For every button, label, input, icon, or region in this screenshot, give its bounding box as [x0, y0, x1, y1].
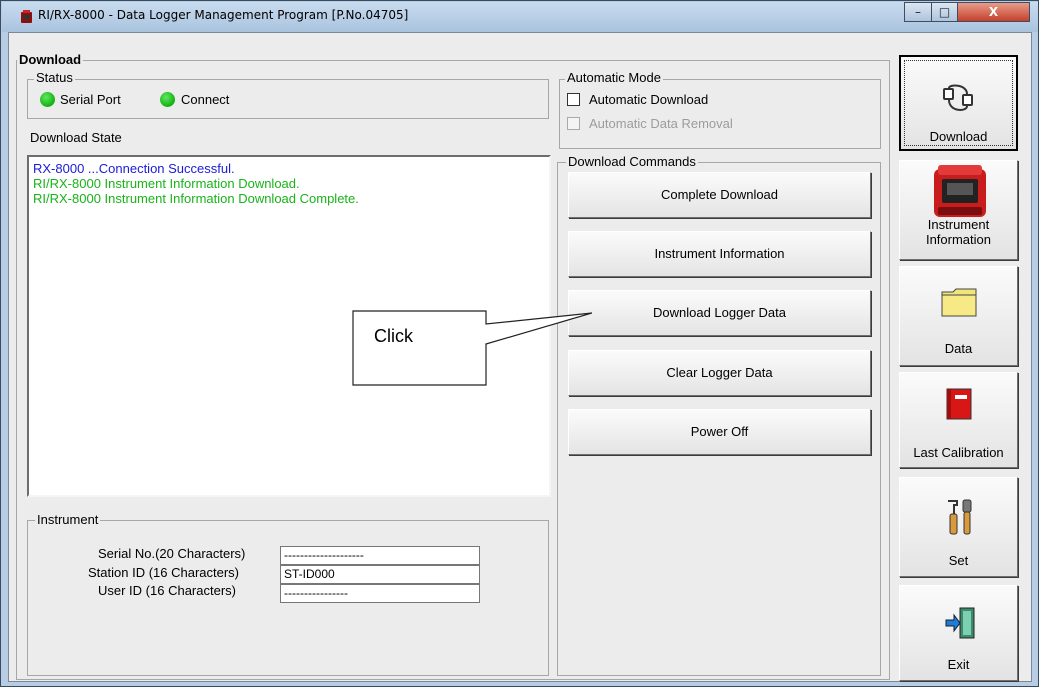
close-button[interactable]: X: [957, 2, 1030, 22]
folder-icon: [941, 287, 977, 322]
tools-icon: [945, 498, 975, 541]
download-connector-icon: [940, 82, 980, 121]
sidebar-set-button[interactable]: Set: [899, 477, 1018, 577]
log-line: RI/RX-8000 Instrument Information Downlo…: [33, 191, 359, 206]
connect-led-icon: [160, 92, 175, 107]
automatic-download-checkbox[interactable]: [567, 93, 580, 106]
sidebar-set-label: Set: [948, 553, 969, 568]
sidebar-instrument-information-label: Instrument Information: [900, 217, 1017, 247]
automatic-mode-groupbox: [559, 79, 881, 149]
sidebar-last-calibration-label: Last Calibration: [913, 445, 1004, 460]
app-icon: [20, 9, 33, 24]
log-line: RI/RX-8000 Instrument Information Downlo…: [33, 176, 300, 191]
power-off-button[interactable]: Power Off: [568, 409, 871, 455]
user-id-field[interactable]: ----------------: [280, 584, 480, 603]
window-caption-buttons: – □ X: [904, 2, 1030, 22]
sidebar-instrument-label-line2: Information: [925, 232, 992, 247]
minimize-button[interactable]: –: [904, 2, 932, 22]
callout-text: Click: [374, 326, 413, 346]
click-callout: [352, 310, 593, 390]
sidebar-instrument-information-button[interactable]: Instrument Information: [899, 160, 1018, 260]
serial-no-label: Serial No.(20 Characters): [98, 546, 246, 561]
log-line: RX-8000 ...Connection Successful.: [33, 161, 235, 176]
sidebar-instrument-label-line1: Instrument: [927, 217, 990, 232]
serial-no-field[interactable]: --------------------: [280, 546, 480, 565]
clear-logger-data-button[interactable]: Clear Logger Data: [568, 350, 871, 396]
station-id-field[interactable]: ST-ID000: [280, 565, 480, 584]
serial-port-label: Serial Port: [60, 92, 121, 107]
window-title: RI/RX-8000 - Data Logger Management Prog…: [38, 8, 409, 22]
station-id-label: Station ID (16 Characters): [88, 565, 240, 580]
exit-door-icon: [944, 606, 978, 645]
instrument-label: Instrument: [35, 512, 101, 527]
download-logger-data-button[interactable]: Download Logger Data: [568, 290, 871, 336]
automatic-data-removal-label[interactable]: Automatic Data Removal: [589, 116, 733, 131]
serial-port-led-icon: [40, 92, 55, 107]
sidebar-data-label: Data: [944, 341, 973, 356]
sidebar-exit-label: Exit: [947, 657, 970, 672]
instrument-information-button[interactable]: Instrument Information: [568, 231, 871, 277]
automatic-data-removal-checkbox[interactable]: [567, 117, 580, 130]
sidebar-data-button[interactable]: Data: [899, 266, 1018, 366]
sidebar-download-button[interactable]: Download: [899, 55, 1018, 151]
automatic-mode-label: Automatic Mode: [565, 70, 663, 85]
user-id-label: User ID (16 Characters): [98, 583, 236, 598]
connect-label: Connect: [181, 92, 230, 107]
sidebar-exit-button[interactable]: Exit: [899, 585, 1018, 681]
sidebar-download-label: Download: [929, 129, 988, 144]
download-commands-label: Download Commands: [566, 154, 698, 169]
maximize-button[interactable]: □: [931, 2, 958, 22]
automatic-download-label[interactable]: Automatic Download: [589, 92, 708, 107]
download-group-label: Download: [17, 52, 84, 67]
complete-download-button[interactable]: Complete Download: [568, 172, 871, 218]
sidebar-last-calibration-button[interactable]: Last Calibration: [899, 372, 1018, 468]
red-book-icon: [945, 387, 973, 426]
status-label: Status: [34, 70, 75, 85]
download-state-label: Download State: [30, 130, 122, 145]
